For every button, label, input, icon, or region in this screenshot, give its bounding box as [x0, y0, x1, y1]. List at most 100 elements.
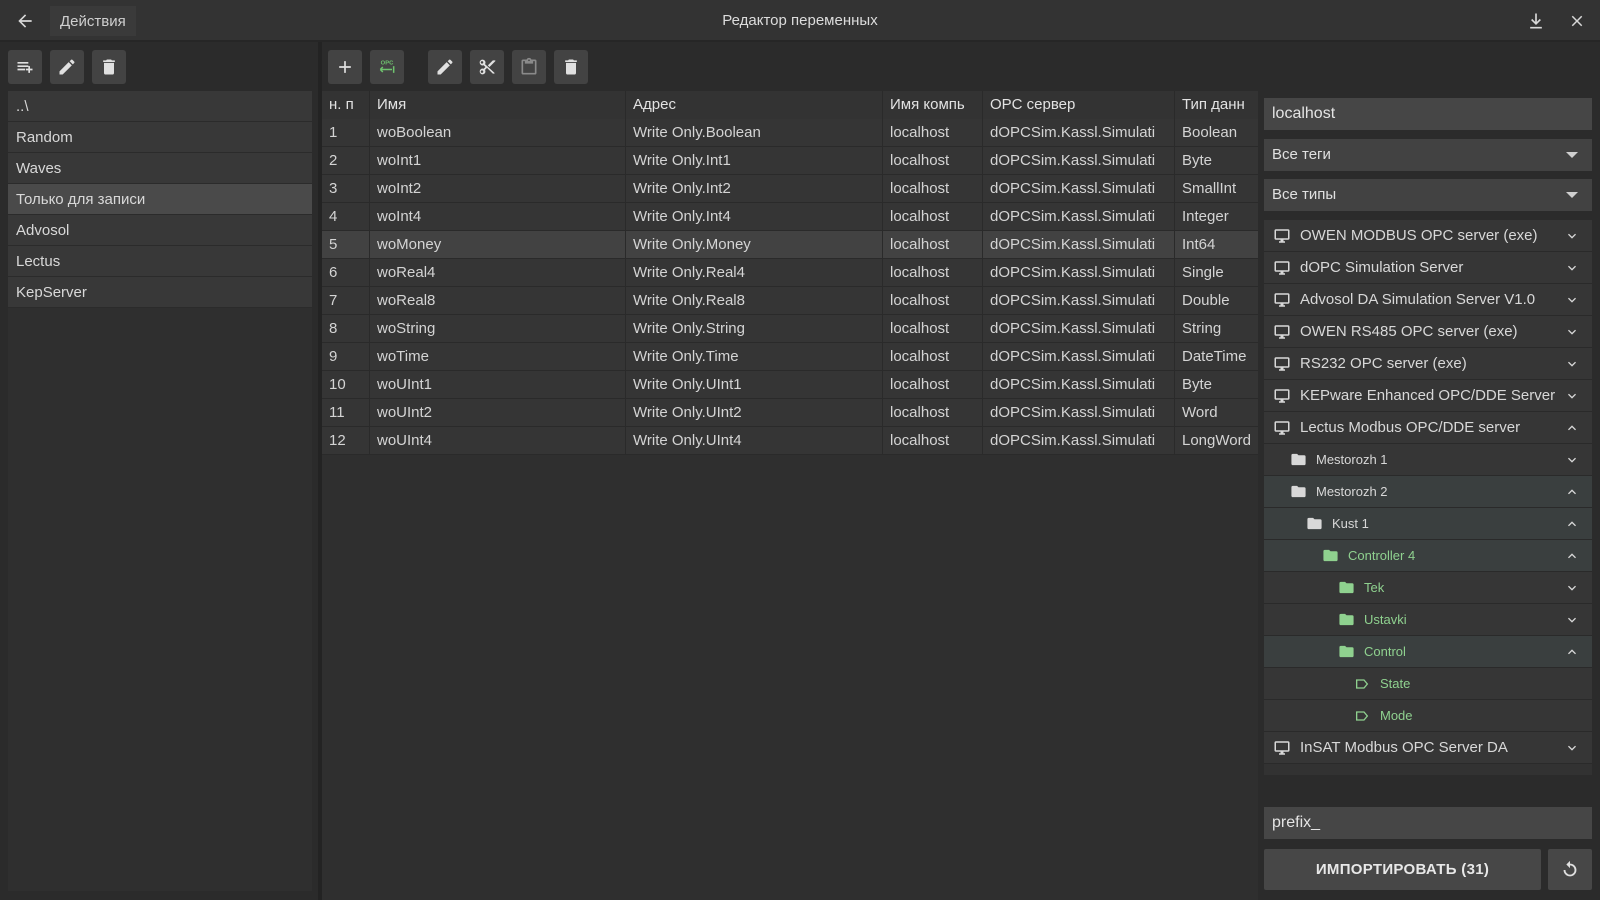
- column-header-address[interactable]: Адрес: [626, 91, 883, 119]
- column-header-data-type[interactable]: Тип данн: [1175, 91, 1258, 119]
- table-row[interactable]: 9 woTime Write Only.Time localhost dOPCSim.K…: [322, 343, 1258, 371]
- chevron-down-icon[interactable]: [1564, 228, 1580, 244]
- refresh-button[interactable]: [1548, 849, 1592, 890]
- cell-index: 11: [322, 399, 370, 426]
- cell-computer: localhost: [883, 343, 983, 370]
- table-body: 1 woBoolean Write Only.Boolean localhost dOP…: [322, 119, 1258, 455]
- edit-variable-button[interactable]: [428, 50, 462, 84]
- types-filter-select[interactable]: Все типы: [1264, 179, 1592, 211]
- import-button[interactable]: ИМПОРТИРОВАТЬ (31): [1264, 849, 1541, 890]
- chevron-up-icon[interactable]: [1564, 516, 1580, 532]
- chevron-up-icon[interactable]: [1564, 484, 1580, 500]
- delete-variable-button[interactable]: [554, 50, 588, 84]
- cell-data-type: DateTime: [1182, 348, 1247, 365]
- add-folder-button[interactable]: [8, 50, 42, 84]
- download-button[interactable]: [1521, 6, 1551, 36]
- chevron-down-icon[interactable]: [1564, 580, 1580, 596]
- chevron-up-icon[interactable]: [1564, 644, 1580, 660]
- tree-server-node[interactable]: OWEN MODBUS OPC server (exe): [1264, 220, 1592, 252]
- delete-folder-button[interactable]: [92, 50, 126, 84]
- tree-server-node[interactable]: OWEN RS485 OPC server (exe): [1264, 316, 1592, 348]
- table-row[interactable]: 1 woBoolean Write Only.Boolean localhost dOP…: [322, 119, 1258, 147]
- column-header-name[interactable]: Имя: [370, 91, 626, 119]
- tree-folder-node[interactable]: Controller 4: [1264, 540, 1592, 572]
- tree-folder-node[interactable]: Kust 1: [1264, 508, 1592, 540]
- tree-node-label: Lectus Modbus OPC/DDE server: [1300, 419, 1521, 436]
- cell-name: woUInt2: [370, 399, 626, 426]
- add-variable-button[interactable]: [328, 50, 362, 84]
- table-row[interactable]: 6 woReal4 Write Only.Real4 localhost dOPCSim…: [322, 259, 1258, 287]
- cell-address: Write Only.Boolean: [626, 119, 883, 146]
- tree-folder-node[interactable]: Mestorozh 2: [1264, 476, 1592, 508]
- folder-item-advosol[interactable]: Advosol: [8, 215, 312, 246]
- opc-import-button[interactable]: OPC: [370, 50, 404, 84]
- tree-node-label: Mestorozh 2: [1316, 484, 1388, 499]
- chevron-down-icon[interactable]: [1564, 452, 1580, 468]
- cell-computer: localhost: [883, 427, 983, 454]
- cell-name: woMoney: [370, 231, 626, 258]
- monitor-icon: [1272, 226, 1292, 246]
- pencil-icon: [59, 59, 75, 75]
- tree-node-label: OWEN RS485 OPC server (exe): [1300, 323, 1518, 340]
- table-row[interactable]: 2 woInt1 Write Only.Int1 localhost dOPCSim.K…: [322, 147, 1258, 175]
- paste-button[interactable]: [512, 50, 546, 84]
- tags-filter-select[interactable]: Все теги: [1264, 139, 1592, 171]
- folder-item-waves[interactable]: Waves: [8, 153, 312, 184]
- tree-tag-node[interactable]: Mode: [1264, 700, 1592, 732]
- table-row[interactable]: 11 woUInt2 Write Only.UInt2 localhost dOPCSi…: [322, 399, 1258, 427]
- tree-folder-node[interactable]: Tek: [1264, 572, 1592, 604]
- tree-server-node[interactable]: RS232 OPC server (exe): [1264, 348, 1592, 380]
- table-row[interactable]: 8 woString Write Only.String localhost dOPCS…: [322, 315, 1258, 343]
- cell-name: woInt2: [370, 175, 626, 202]
- opc-server-tree: OWEN MODBUS OPC server (exe) dOPC Simulat…: [1264, 220, 1592, 775]
- folder-item-write-only[interactable]: Только для записи: [8, 184, 312, 215]
- tree-node-label: dOPC Simulation Server: [1300, 259, 1464, 276]
- table-row[interactable]: 3 woInt2 Write Only.Int2 localhost dOPCSim.K…: [322, 175, 1258, 203]
- close-button[interactable]: [1562, 6, 1592, 36]
- folder-item-random[interactable]: Random: [8, 122, 312, 153]
- cell-name: woReal4: [370, 259, 626, 286]
- folder-item-up[interactable]: ..\: [8, 91, 312, 122]
- tree-folder-node[interactable]: Ustavki: [1264, 604, 1592, 636]
- tree-tag-node[interactable]: State: [1264, 668, 1592, 700]
- prefix-input[interactable]: prefix_: [1264, 807, 1592, 839]
- tree-folder-node[interactable]: Mestorozh 1: [1264, 444, 1592, 476]
- edit-folder-button[interactable]: [50, 50, 84, 84]
- table-row[interactable]: 4 woInt4 Write Only.Int4 localhost dOPCSim.K…: [322, 203, 1258, 231]
- tree-server-node[interactable]: KEPware Enhanced OPC/DDE Server: [1264, 380, 1592, 412]
- table-row[interactable]: 7 woReal8 Write Only.Real8 localhost dOPCSim…: [322, 287, 1258, 315]
- host-input[interactable]: localhost: [1264, 98, 1592, 130]
- cell-computer: localhost: [883, 175, 983, 202]
- tree-node-label: RS232 OPC server (exe): [1300, 355, 1467, 372]
- folder-item-kepserver[interactable]: KepServer: [8, 277, 312, 308]
- tree-server-node[interactable]: InSAT Modbus OPC Server DA: [1264, 732, 1592, 764]
- column-header-index[interactable]: н. п: [322, 91, 370, 119]
- cut-button[interactable]: [470, 50, 504, 84]
- chevron-up-icon[interactable]: [1564, 420, 1580, 436]
- chevron-up-icon[interactable]: [1564, 548, 1580, 564]
- tree-server-node[interactable]: dOPC Simulation Server: [1264, 252, 1592, 284]
- cell-computer: localhost: [883, 231, 983, 258]
- column-header-computer[interactable]: Имя компь: [883, 91, 983, 119]
- dropdown-arrow-icon: [1566, 192, 1578, 198]
- chevron-down-icon[interactable]: [1564, 740, 1580, 756]
- chevron-down-icon[interactable]: [1564, 292, 1580, 308]
- cell-address: Write Only.Int1: [626, 147, 883, 174]
- chevron-down-icon[interactable]: [1564, 356, 1580, 372]
- tree-server-node[interactable]: Advosol DA Simulation Server V1.0: [1264, 284, 1592, 316]
- table-row[interactable]: 5 woMoney Write Only.Money localhost dOPCSim…: [322, 231, 1258, 259]
- cell-address: Write Only.UInt2: [626, 399, 883, 426]
- tree-server-node[interactable]: Lectus Modbus OPC/DDE server: [1264, 412, 1592, 444]
- scissors-icon: [479, 59, 496, 75]
- table-row[interactable]: 10 woUInt1 Write Only.UInt1 localhost dOPCSi…: [322, 371, 1258, 399]
- chevron-down-icon[interactable]: [1564, 612, 1580, 628]
- table-row[interactable]: 12 woUInt4 Write Only.UInt4 localhost dOPCSi…: [322, 427, 1258, 455]
- folder-item-lectus[interactable]: Lectus: [8, 246, 312, 277]
- cell-opc-server: dOPCSim.Kassl.Simulati: [983, 399, 1175, 426]
- tree-folder-node[interactable]: Control: [1264, 636, 1592, 668]
- chevron-down-icon[interactable]: [1564, 324, 1580, 340]
- chevron-down-icon[interactable]: [1564, 388, 1580, 404]
- cell-index: 9: [322, 343, 370, 370]
- column-header-opc-server[interactable]: OPC сервер: [983, 91, 1175, 119]
- chevron-down-icon[interactable]: [1564, 260, 1580, 276]
